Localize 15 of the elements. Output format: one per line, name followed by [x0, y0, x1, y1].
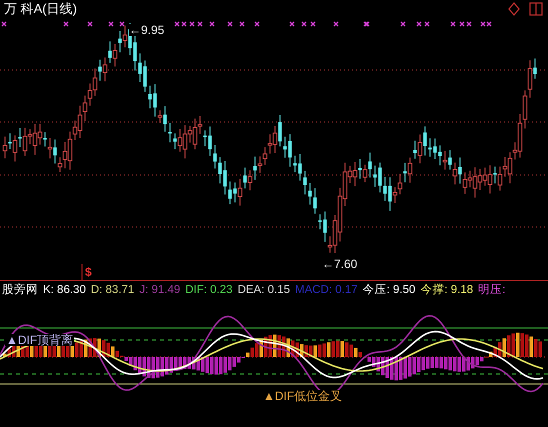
indicator-value: MACD: 0.17: [294, 283, 358, 298]
indicator-value: 今撑: 9.18: [420, 282, 474, 298]
price-label: ←7.60: [322, 258, 358, 270]
indicator-value: J: 91.49: [139, 283, 180, 298]
indicator-value: DEA: 0.15: [238, 283, 290, 298]
indicator-name: 股旁网: [2, 282, 38, 298]
price-label: ←9.95: [129, 24, 164, 36]
signal-mark: $: [85, 266, 92, 278]
chart-title: 万 科A(日线): [4, 0, 77, 18]
indicator-value: K: 86.30: [43, 283, 86, 298]
indicator-value: 今压: 9.50: [362, 282, 416, 298]
indicator-value: DIF: 0.23: [185, 283, 233, 298]
indicator-value: D: 83.71: [90, 283, 134, 298]
signal-annotation: ▲DIF顶背离: [5, 334, 74, 346]
indicator-value: 明压:: [478, 283, 506, 298]
